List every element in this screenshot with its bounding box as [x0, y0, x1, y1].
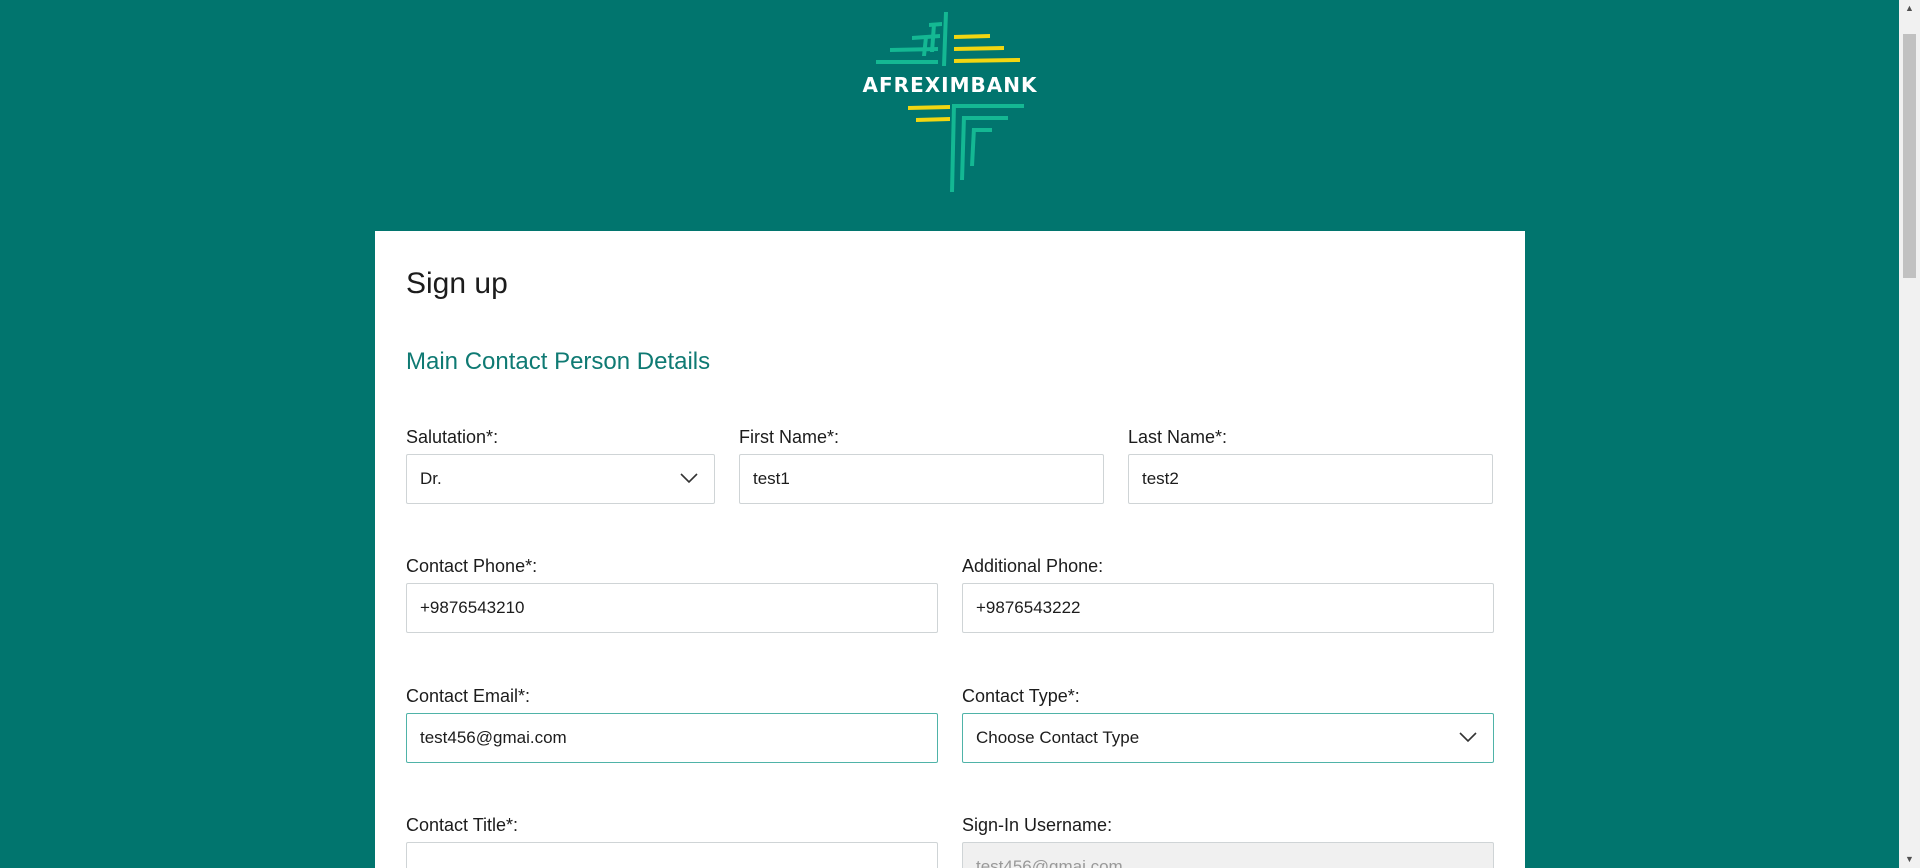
scroll-up-arrow-icon[interactable]: ▲	[1899, 0, 1920, 17]
salutation-field: Salutation*: Dr.	[406, 426, 715, 506]
contact-type-select[interactable]: Choose Contact Type	[962, 713, 1494, 763]
vertical-scrollbar[interactable]: ▲ ▼	[1899, 0, 1920, 868]
chevron-down-icon	[680, 473, 698, 484]
logo-text: AFREXIMBANK	[862, 73, 1038, 97]
contact-email-input[interactable]: test456@gmai.com	[406, 713, 938, 763]
logo-mark-icon	[876, 12, 1024, 192]
contact-type-label: Contact Type*:	[962, 686, 1080, 706]
signup-card: Sign up Main Contact Person Details Salu…	[375, 231, 1525, 868]
additional-phone-label: Additional Phone:	[962, 556, 1104, 576]
signin-username-label: Sign-In Username:	[962, 815, 1113, 835]
last-name-label: Last Name*:	[1128, 427, 1228, 447]
contact-email-label: Contact Email*:	[406, 686, 531, 706]
contact-title-field: Contact Title*:	[406, 814, 938, 868]
contact-phone-input[interactable]: +9876543210	[406, 583, 938, 633]
contact-type-field: Contact Type*: Choose Contact Type	[962, 685, 1494, 765]
contact-title-label: Contact Title*:	[406, 815, 519, 835]
scroll-down-arrow-icon[interactable]: ▼	[1899, 851, 1920, 868]
first-name-label: First Name*:	[739, 427, 840, 447]
salutation-select[interactable]: Dr.	[406, 454, 715, 504]
salutation-label: Salutation*:	[406, 427, 499, 447]
salutation-value: Dr.	[420, 469, 442, 488]
afreximbank-logo: AFREXIMBANK	[862, 12, 1038, 192]
last-name-input[interactable]: test2	[1128, 454, 1493, 504]
contact-phone-field: Contact Phone*: +9876543210	[406, 555, 938, 635]
contact-phone-label: Contact Phone*:	[406, 556, 538, 576]
signin-username-field: Sign-In Username: test456@gmai.com	[962, 814, 1494, 868]
scrollbar-thumb[interactable]	[1903, 34, 1916, 278]
contact-type-value: Choose Contact Type	[976, 728, 1140, 747]
contact-email-field: Contact Email*: test456@gmai.com	[406, 685, 938, 765]
first-name-input[interactable]: test1	[739, 454, 1104, 504]
first-name-field: First Name*: test1	[739, 426, 1104, 506]
contact-title-input[interactable]	[406, 842, 938, 868]
section-title: Main Contact Person Details	[406, 348, 711, 375]
page: AFREXIMBANK Sign up Main Contact Person …	[0, 0, 1920, 868]
signin-username-input: test456@gmai.com	[962, 842, 1494, 868]
page-title: Sign up	[406, 267, 508, 300]
last-name-field: Last Name*: test2	[1128, 426, 1493, 506]
chevron-down-icon	[1459, 732, 1477, 743]
additional-phone-input[interactable]: +9876543222	[962, 583, 1494, 633]
additional-phone-field: Additional Phone: +9876543222	[962, 555, 1494, 635]
